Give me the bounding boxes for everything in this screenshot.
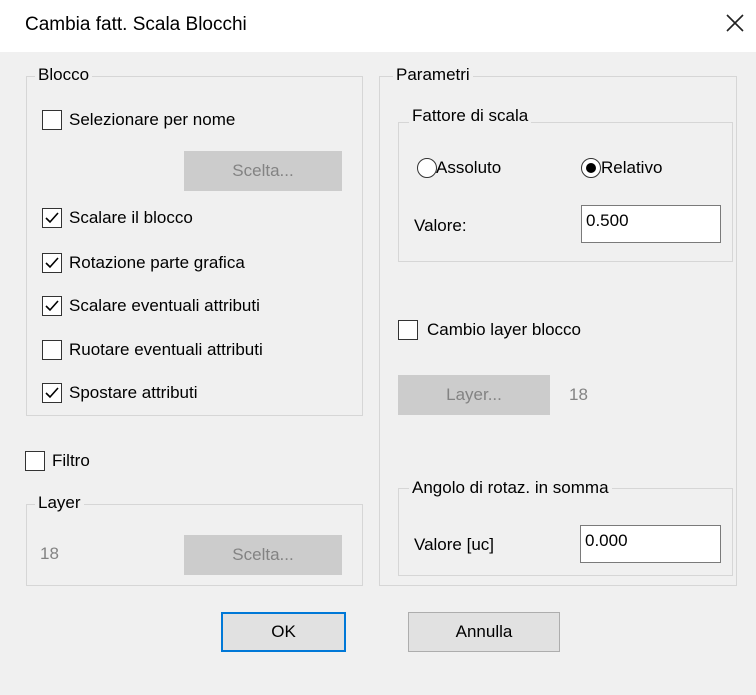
scale-block-label[interactable]: Scalare il blocco xyxy=(69,207,193,229)
absolute-radio[interactable] xyxy=(417,158,437,178)
rotate-attributes-checkbox[interactable] xyxy=(42,340,62,360)
change-layer-label[interactable]: Cambio layer blocco xyxy=(427,319,581,341)
rotate-attributes-label[interactable]: Ruotare eventuali attributi xyxy=(69,339,263,361)
scale-attributes-label[interactable]: Scalare eventuali attributi xyxy=(69,295,260,317)
layer-choose-button[interactable]: Scelta... xyxy=(184,535,342,575)
layer-legend: Layer xyxy=(35,493,84,513)
close-icon[interactable] xyxy=(718,6,752,40)
select-by-name-label[interactable]: Selezionare per nome xyxy=(69,109,235,131)
change-layer-checkbox[interactable] xyxy=(398,320,418,340)
filter-label[interactable]: Filtro xyxy=(52,450,90,472)
rotate-graphic-checkbox[interactable] xyxy=(42,253,62,273)
layer-value: 18 xyxy=(40,544,59,563)
parametri-legend: Parametri xyxy=(393,65,473,85)
rotation-angle-legend: Angolo di rotaz. in somma xyxy=(409,478,612,498)
scale-attributes-checkbox[interactable] xyxy=(42,296,62,316)
blocco-choose-button[interactable]: Scelta... xyxy=(184,151,342,191)
blocco-legend: Blocco xyxy=(35,65,93,85)
rotate-graphic-label[interactable]: Rotazione parte grafica xyxy=(69,252,245,274)
filter-checkbox[interactable] xyxy=(25,451,45,471)
relative-label[interactable]: Relativo xyxy=(601,157,662,179)
scale-block-checkbox[interactable] xyxy=(42,208,62,228)
cancel-button[interactable]: Annulla xyxy=(408,612,560,652)
absolute-label[interactable]: Assoluto xyxy=(436,157,501,179)
rotation-value-field[interactable]: 0.000 xyxy=(580,525,721,563)
scale-value-field[interactable]: 0.500 xyxy=(581,205,721,243)
select-by-name-checkbox[interactable] xyxy=(42,110,62,130)
window-title: Cambia fatt. Scala Blocchi xyxy=(25,14,247,35)
move-attributes-label[interactable]: Spostare attributi xyxy=(69,382,198,404)
rotation-value-label: Valore [uc] xyxy=(414,535,495,554)
change-layer-value: 18 xyxy=(569,385,588,404)
scale-factor-legend: Fattore di scala xyxy=(409,106,532,126)
scale-value-label: Valore: xyxy=(414,216,467,235)
ok-button[interactable]: OK xyxy=(221,612,346,652)
relative-radio[interactable] xyxy=(581,158,601,178)
move-attributes-checkbox[interactable] xyxy=(42,383,62,403)
layer-button[interactable]: Layer... xyxy=(398,375,550,415)
